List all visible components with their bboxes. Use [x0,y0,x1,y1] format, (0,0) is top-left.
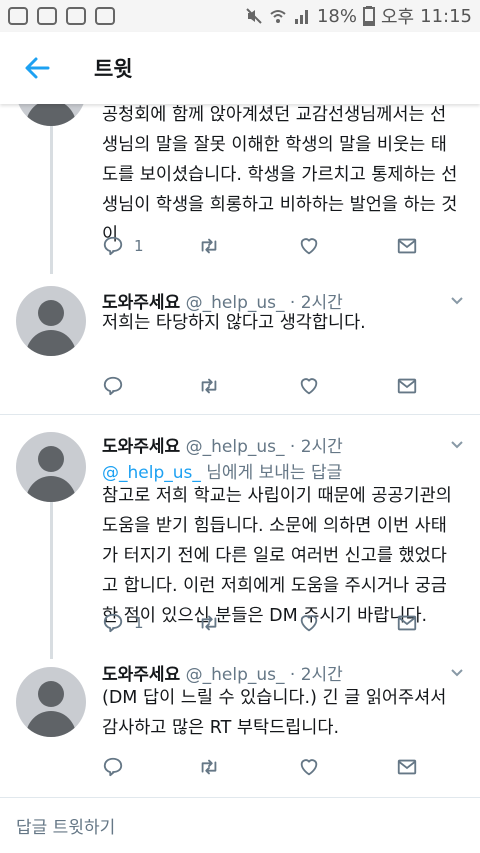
back-button[interactable] [22,53,52,83]
envelope-icon [397,615,417,631]
chevron-down-icon[interactable] [450,666,464,680]
tweet-time: · 2시간 [289,665,343,685]
retweet-button[interactable] [198,611,220,635]
tweet-meta: 도와주세요 @_help_us_ · 2시간 [102,432,343,457]
camera-notification-icon [66,7,86,25]
tweet-3-actions: 1 [102,611,432,637]
download-notification-icon [95,7,115,25]
avatar[interactable] [16,286,86,356]
heart-icon [300,378,318,395]
status-bar: 18% 오후 11:15 [0,0,480,32]
app-notification-icon [8,7,28,25]
reply-button[interactable] [102,374,124,398]
back-arrow-icon [25,57,50,79]
retweet-icon [201,759,217,775]
thread-line [50,497,53,659]
direct-message-button[interactable] [396,234,418,258]
reply-icon [103,236,123,256]
reply-button[interactable] [102,755,124,779]
reply-count: 1 [134,237,144,255]
heart-icon [300,615,318,632]
reply-button[interactable]: 1 [102,611,144,635]
signal-icon [294,10,308,24]
avatar[interactable] [16,432,86,502]
reply-to-line: @_help_us_ 님에게 보내는 답글 [102,458,342,483]
retweet-button[interactable] [198,234,220,258]
direct-message-button[interactable] [396,755,418,779]
envelope-icon [397,378,417,394]
wifi-icon [270,10,286,23]
tweet-text: 저희는 타당하지 않다고 생각합니다. [102,313,366,333]
author-handle[interactable]: @_help_us_ [186,665,285,685]
reply-icon [103,757,123,777]
tweet-text: 참고로 저희 학교는 사립이기 때문에 공공기관의 도움을 받기 힘듭니다. 소… [102,486,452,626]
app-header: 트윗 [0,32,480,104]
direct-message-button[interactable] [396,374,418,398]
avatar[interactable] [16,104,86,126]
tweet-actions [102,755,432,781]
retweet-button[interactable] [198,374,220,398]
retweet-icon [201,615,217,631]
retweet-icon [201,238,217,254]
like-button[interactable] [298,374,320,398]
tweet-4[interactable]: 도와주세요 @_help_us_ · 2시간 (DM 답이 느릴 수 있습니다.… [0,659,480,797]
reply-tweet-placeholder[interactable]: 답글 트윗하기 [16,813,115,838]
gallery-notification-icon [37,7,57,25]
reply-to-suffix: 님에게 보내는 답글 [200,463,343,483]
mute-icon [246,8,262,24]
tweet-meta: 도와주세요 @_help_us_ · 2시간 [102,660,343,685]
envelope-icon [397,238,417,254]
author-name[interactable]: 도와주세요 [102,437,180,457]
status-ampm: 오후 [381,7,415,28]
like-button[interactable] [298,755,320,779]
tweet-time: · 2시간 [289,437,343,457]
avatar[interactable] [16,667,86,737]
status-bar-system: 18% 오후 11:15 [245,3,472,29]
chevron-down-icon[interactable] [450,438,464,452]
reply-tweet-bar[interactable]: 답글 트윗하기 [0,797,480,853]
like-button[interactable] [298,234,320,258]
like-button[interactable] [298,611,320,635]
tweet-text: 공청회에 함께 앉아계셨던 교감선생님께서는 선생님의 말을 잘못 이해한 학생… [102,105,458,245]
retweet-icon [201,378,217,394]
direct-message-button[interactable] [396,611,418,635]
retweet-button[interactable] [198,755,220,779]
reply-icon [103,613,123,633]
thread-content: 공청회에 함께 앉아계셨던 교감선생님께서는 선생님의 말을 잘못 이해한 학생… [0,104,480,797]
reply-count: 1 [134,614,144,632]
tweet-actions [102,374,432,400]
thread-line [50,104,53,274]
envelope-icon [397,759,417,775]
reply-button[interactable]: 1 [102,234,144,258]
status-bar-notification-icons [8,7,115,25]
reply-to-mention[interactable]: @_help_us_ [102,463,201,483]
status-time: 11:15 [420,5,472,27]
tweet-actions: 1 [102,234,432,260]
heart-icon [300,238,318,255]
author-handle[interactable]: @_help_us_ [186,437,285,457]
author-name[interactable]: 도와주세요 [102,665,180,685]
chevron-down-icon[interactable] [450,294,464,308]
reply-icon [103,376,123,396]
page-title: 트윗 [94,57,133,81]
heart-icon [300,759,318,776]
tweet-text: (DM 답이 느릴 수 있습니다.) 긴 글 읽어주셔서 감사하고 많은 RT … [102,688,447,738]
tweet-2[interactable]: 도와주세요 @_help_us_ · 2시간 저희는 타당하지 않다고 생각합니… [0,274,480,414]
battery-icon [363,6,375,26]
battery-percent: 18% [316,5,357,27]
